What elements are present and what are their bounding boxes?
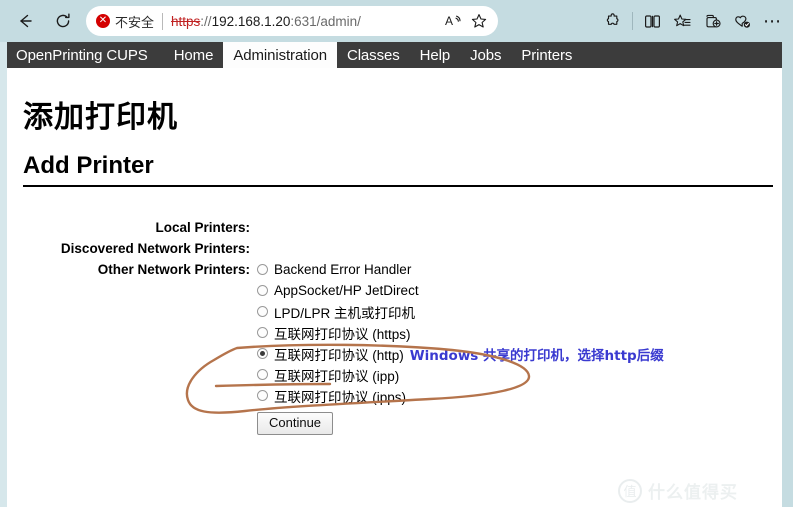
radio-option-label: 互联网打印协议 (ipps) xyxy=(274,389,407,405)
form-row: Local Printers: xyxy=(7,217,782,238)
radio-option[interactable]: 互联网打印协议 (ipp) xyxy=(257,364,782,385)
svg-text:A: A xyxy=(445,14,453,28)
cups-nav-item-home[interactable]: Home xyxy=(164,42,224,68)
form-field: Backend Error Handler AppSocket/HP JetDir… xyxy=(250,259,782,406)
page-title-en: Add Printer xyxy=(23,152,154,179)
radio-button[interactable] xyxy=(257,306,268,317)
radio-option-label: 互联网打印协议 (http) xyxy=(274,347,404,363)
cups-nav-item-jobs[interactable]: Jobs xyxy=(460,42,511,68)
radio-option[interactable]: 互联网打印协议 (ipps) xyxy=(257,385,782,406)
page-viewport: OpenPrinting CUPS Home Administration Class… xyxy=(0,42,793,507)
read-aloud-icon[interactable]: A xyxy=(440,8,466,34)
back-button[interactable] xyxy=(8,6,42,36)
radio-option-label: LPD/LPR 主机或打印机 xyxy=(274,305,416,321)
page-content: 添加打印机 Add Printer Local Printers: Discove… xyxy=(7,68,782,507)
cups-nav-item-openprinting-cups[interactable]: OpenPrinting CUPS xyxy=(7,42,164,68)
radio-option[interactable]: AppSocket/HP JetDirect xyxy=(257,280,782,301)
cups-nav-item-administration[interactable]: Administration xyxy=(223,42,337,68)
site-security-badge[interactable]: ✕ 不安全 xyxy=(96,12,154,31)
handwritten-annotation-text: Windows 共享的打印机，选择http后缀 xyxy=(409,347,664,364)
reload-button[interactable] xyxy=(46,6,80,36)
favorites-list-icon xyxy=(673,12,692,31)
radio-option[interactable]: LPD/LPR 主机或打印机 xyxy=(257,301,782,322)
radio-option[interactable]: 互联网打印协议 (http) Windows 共享的打印机，选择http后缀 xyxy=(257,343,782,364)
radio-option-label: 互联网打印协议 (ipp) xyxy=(274,368,400,384)
radio-button[interactable] xyxy=(257,369,268,380)
radio-option-label: 互联网打印协议 (https) xyxy=(274,326,411,342)
split-screen-icon xyxy=(643,12,662,31)
form-label: Discovered Network Printers: xyxy=(60,241,250,256)
continue-button[interactable]: Continue xyxy=(257,412,334,435)
radio-button[interactable] xyxy=(257,327,268,338)
back-arrow-icon xyxy=(16,12,34,30)
page-right-edge xyxy=(782,42,793,507)
form-row: Other Network Printers: Backend Error Han… xyxy=(7,259,782,406)
radio-option-label: AppSocket/HP JetDirect xyxy=(274,283,419,298)
browser-essentials-icon xyxy=(733,12,752,31)
form-label: Other Network Printers: xyxy=(97,262,250,277)
add-to-collections-button[interactable] xyxy=(697,6,727,36)
reload-icon xyxy=(54,12,72,30)
cups-navigation-bar: OpenPrinting CUPS Home Administration Class… xyxy=(7,42,782,68)
form-row: Discovered Network Printers: xyxy=(7,238,782,259)
cups-nav-item-printers[interactable]: Printers xyxy=(511,42,582,68)
favorite-star-icon[interactable] xyxy=(466,8,492,34)
split-screen-button[interactable] xyxy=(637,6,667,36)
settings-more-icon: ⋯ xyxy=(763,11,781,31)
url-scheme: https xyxy=(171,13,201,29)
add-printer-form: Local Printers: Discovered Network Printe… xyxy=(7,217,782,435)
radio-button[interactable] xyxy=(257,264,268,275)
continue-button-wrapper: Continue xyxy=(7,412,782,435)
settings-more-button[interactable]: ⋯ xyxy=(757,6,787,36)
radio-option[interactable]: 互联网打印协议 (https) xyxy=(257,322,782,343)
title-divider xyxy=(23,185,773,187)
page-title-cn: 添加打印机 xyxy=(23,100,178,135)
radio-button[interactable] xyxy=(257,390,268,401)
add-to-collections-icon xyxy=(703,12,722,31)
url-separator: :// xyxy=(200,13,212,29)
url-text[interactable]: https://192.168.1.20:631/admin/ xyxy=(171,14,440,29)
extensions-button[interactable] xyxy=(598,6,628,36)
browser-toolbar: ✕ 不安全 https://192.168.1.20:631/admin/ A xyxy=(0,0,793,42)
toolbar-separator xyxy=(632,12,633,30)
address-bar[interactable]: ✕ 不安全 https://192.168.1.20:631/admin/ A xyxy=(86,6,498,36)
radio-button[interactable] xyxy=(257,285,268,296)
url-path: :631/admin/ xyxy=(290,13,361,29)
form-label: Local Printers: xyxy=(155,220,250,235)
radio-option[interactable]: Backend Error Handler xyxy=(257,259,782,280)
url-host: 192.168.1.20 xyxy=(211,13,291,29)
cups-nav-item-help[interactable]: Help xyxy=(410,42,460,68)
not-secure-label: 不安全 xyxy=(115,14,155,30)
address-bar-divider xyxy=(162,12,164,30)
cups-nav-item-classes[interactable]: Classes xyxy=(337,42,410,68)
page-left-edge xyxy=(0,42,7,507)
radio-option-label: Backend Error Handler xyxy=(274,262,412,277)
not-secure-icon: ✕ xyxy=(96,14,110,28)
browser-toolbar-actions: ⋯ xyxy=(598,6,793,36)
favorites-button[interactable] xyxy=(667,6,697,36)
extensions-icon xyxy=(604,12,623,31)
radio-button[interactable] xyxy=(257,348,268,359)
browser-essentials-button[interactable] xyxy=(727,6,757,36)
